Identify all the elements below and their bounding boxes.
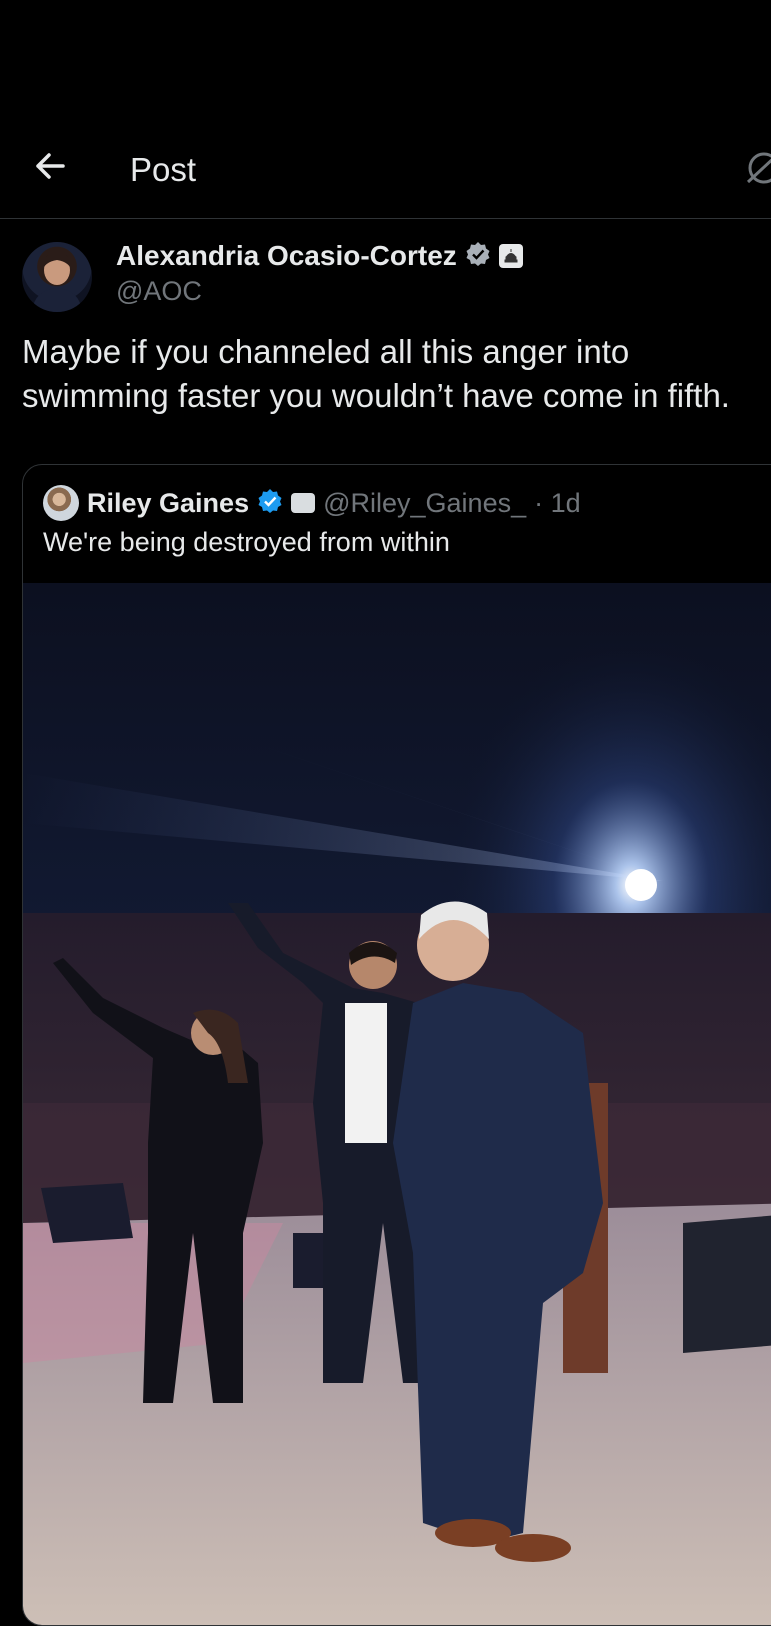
author-handle[interactable]: @AOC bbox=[116, 276, 202, 307]
arrow-left-icon[interactable] bbox=[30, 146, 70, 186]
grok-icon[interactable] bbox=[742, 148, 771, 188]
top-bar: Post bbox=[0, 120, 771, 219]
verified-badge-icon[interactable] bbox=[257, 488, 283, 519]
quoted-author-name[interactable]: Riley Gaines bbox=[87, 488, 249, 519]
quoted-author-handle[interactable]: @Riley_Gaines_ bbox=[323, 488, 526, 519]
quoted-post-header: Riley Gaines @Riley_Gaines_ · 1d bbox=[43, 485, 581, 521]
avatar[interactable] bbox=[22, 242, 92, 312]
verified-badge-icon[interactable] bbox=[465, 241, 491, 272]
quoted-post-text: We're being destroyed from within bbox=[43, 527, 450, 557]
post-text: Maybe if you channeled all this anger in… bbox=[22, 333, 730, 414]
author-name[interactable]: Alexandria Ocasio-Cortez bbox=[116, 240, 457, 272]
affiliation-badge-icon[interactable] bbox=[291, 493, 316, 513]
author-row: Alexandria Ocasio-Cortez bbox=[116, 240, 523, 272]
quoted-avatar[interactable] bbox=[43, 485, 79, 521]
quoted-post-time: · 1d bbox=[534, 487, 581, 518]
quoted-post-photo[interactable] bbox=[23, 583, 771, 1625]
government-badge-icon[interactable] bbox=[498, 244, 523, 268]
quoted-post[interactable]: Riley Gaines @Riley_Gaines_ · 1d We're b… bbox=[22, 464, 771, 1626]
more-options-icon[interactable]: ⋮ bbox=[762, 256, 771, 287]
page-title: Post bbox=[130, 151, 197, 188]
